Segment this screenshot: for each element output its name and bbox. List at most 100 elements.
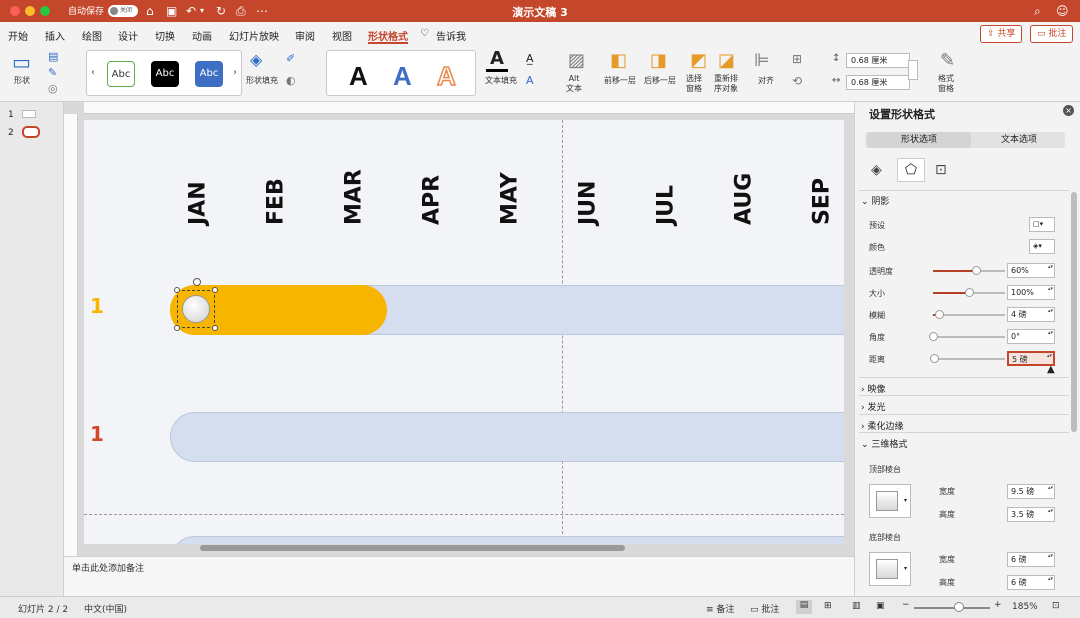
alt-text-icon[interactable]: ▨ xyxy=(568,50,585,71)
paint-bucket-icon[interactable]: ◈ xyxy=(250,50,262,69)
pane-scrollbar[interactable] xyxy=(1071,192,1077,432)
resize-handle[interactable] xyxy=(212,287,218,293)
textbox-icon[interactable]: ▤ xyxy=(48,50,58,63)
reorder-objects-icon[interactable]: ◪ xyxy=(718,50,735,71)
slide-thumbnail-2[interactable] xyxy=(22,126,40,138)
shape-effects-icon[interactable]: ◐ xyxy=(286,74,296,87)
timeline-track-3[interactable] xyxy=(170,536,844,544)
three-d-section[interactable]: ⌄ 三维格式 xyxy=(861,437,907,450)
angle-input[interactable]: 0° xyxy=(1007,329,1055,344)
top-height-input[interactable]: 3.5 磅 xyxy=(1007,507,1055,522)
text-outline-icon[interactable]: A̲ xyxy=(526,52,534,65)
transparency-input[interactable]: 60% xyxy=(1007,263,1055,278)
bring-forward-icon[interactable]: ◧ xyxy=(610,50,627,71)
shape-outline-icon[interactable]: ✐ xyxy=(286,52,295,65)
top-width-input[interactable]: 9.5 磅 xyxy=(1007,484,1055,499)
menu-transitions[interactable]: 切换 xyxy=(155,28,175,43)
zoom-level[interactable]: 185% xyxy=(1012,602,1038,612)
shadow-section[interactable]: ⌄ 阴影 xyxy=(861,194,889,207)
menu-home[interactable]: 开始 xyxy=(8,28,28,43)
glow-section[interactable]: › 发光 xyxy=(861,400,885,413)
slider-knob[interactable] xyxy=(965,288,974,297)
reading-view-icon[interactable]: ▥ xyxy=(852,601,861,611)
blur-input[interactable]: 4 磅 xyxy=(1007,307,1055,322)
gallery-prev-icon[interactable]: ‹ xyxy=(91,67,95,78)
lock-aspect-icon[interactable] xyxy=(908,60,918,80)
menu-insert[interactable]: 插入 xyxy=(45,28,65,43)
normal-view-icon[interactable]: ▤ xyxy=(796,600,812,614)
top-bevel-dropdown[interactable]: ▾ xyxy=(869,484,911,518)
size-input[interactable]: 100% xyxy=(1007,285,1055,300)
blur-slider[interactable] xyxy=(933,310,1005,319)
transparency-slider[interactable] xyxy=(933,266,1005,275)
resize-handle[interactable] xyxy=(212,325,218,331)
shape-icon[interactable]: ▭ xyxy=(12,50,31,74)
share-button[interactable]: ⇪ 共享 xyxy=(980,25,1023,43)
zoom-in-icon[interactable]: + xyxy=(994,600,1002,610)
zoom-slider-knob[interactable] xyxy=(954,602,964,612)
align-icon[interactable]: ⊫ xyxy=(754,50,770,71)
notes-toggle[interactable]: ≡ 备注 xyxy=(706,602,734,615)
distance-slider[interactable] xyxy=(930,354,1005,363)
wordart-orange-outline[interactable]: A xyxy=(436,60,456,92)
slider-knob[interactable] xyxy=(929,332,938,341)
gallery-next-icon[interactable]: › xyxy=(233,67,237,78)
menu-slideshow[interactable]: 幻灯片放映 xyxy=(229,28,279,43)
rotate-handle[interactable] xyxy=(193,278,201,286)
shadow-color-dropdown[interactable]: ◈▾ xyxy=(1029,239,1055,254)
shape-width-input[interactable]: 0.68 厘米 xyxy=(846,75,910,90)
shape-height-input[interactable]: 0.68 厘米 xyxy=(846,53,910,68)
search-icon[interactable]: ⌕ xyxy=(1034,3,1041,19)
resize-handle[interactable] xyxy=(174,287,180,293)
zoom-out-icon[interactable]: − xyxy=(902,600,910,610)
format-pane-icon[interactable]: ✎ xyxy=(940,50,955,71)
effects-icon[interactable]: ⬠ xyxy=(897,158,925,182)
fit-to-window-icon[interactable]: ⊡ xyxy=(1052,601,1060,611)
comments-button[interactable]: ▭ 批注 xyxy=(1030,25,1074,43)
bottom-bevel-dropdown[interactable]: ▾ xyxy=(869,552,911,586)
menu-animations[interactable]: 动画 xyxy=(192,28,212,43)
reflection-section[interactable]: › 映像 xyxy=(861,382,885,395)
timeline-track-2[interactable] xyxy=(170,412,844,462)
merge-shapes-icon[interactable]: ◎ xyxy=(48,82,58,95)
fill-line-icon[interactable]: ◈ xyxy=(871,162,882,178)
menu-view[interactable]: 视图 xyxy=(332,28,352,43)
language-status[interactable]: 中文(中国) xyxy=(84,602,127,615)
angle-slider[interactable] xyxy=(929,332,1005,341)
slider-knob[interactable] xyxy=(934,310,944,319)
resize-handle[interactable] xyxy=(174,325,180,331)
menu-draw[interactable]: 绘图 xyxy=(82,28,102,43)
group-icon[interactable]: ⊞ xyxy=(792,52,802,66)
horizontal-scrollbar[interactable] xyxy=(200,545,625,551)
menu-design[interactable]: 设计 xyxy=(118,28,138,43)
bottom-height-input[interactable]: 6 磅 xyxy=(1007,575,1055,590)
zoom-slider[interactable] xyxy=(914,607,990,609)
text-effects-icon[interactable]: A xyxy=(526,74,534,87)
soft-edges-section[interactable]: › 柔化边缘 xyxy=(861,419,903,432)
slideshow-icon[interactable]: ▣ xyxy=(876,601,885,611)
size-slider[interactable] xyxy=(933,288,1005,297)
slider-knob[interactable] xyxy=(972,266,982,275)
wordart-black[interactable]: A xyxy=(349,61,368,92)
wordart-blue[interactable]: A xyxy=(393,61,412,92)
menu-shape-format[interactable]: 形状格式 xyxy=(368,28,408,43)
style-option-blue[interactable]: Abc xyxy=(195,61,223,87)
comments-toggle[interactable]: ▭ 批注 xyxy=(750,602,779,615)
account-icon[interactable]: ☺ xyxy=(1056,3,1069,19)
slider-knob[interactable] xyxy=(930,354,940,363)
bottom-width-input[interactable]: 6 磅 xyxy=(1007,552,1055,567)
rotate-icon[interactable]: ⟲ xyxy=(792,74,802,88)
tell-me[interactable]: 告诉我 xyxy=(436,28,466,43)
text-fill-icon[interactable]: A xyxy=(490,48,504,69)
tab-shape-options[interactable]: 形状选项 xyxy=(867,132,971,148)
shadow-preset-dropdown[interactable]: □▾ xyxy=(1029,217,1055,232)
close-pane-icon[interactable]: × xyxy=(1063,105,1074,116)
send-backward-icon[interactable]: ◨ xyxy=(650,50,667,71)
size-properties-icon[interactable]: ⊡ xyxy=(935,162,947,178)
slide-thumbnail-1[interactable] xyxy=(22,110,36,118)
notes-area[interactable]: 单击此处添加备注 xyxy=(64,556,854,596)
tab-text-options[interactable]: 文本选项 xyxy=(975,132,1063,148)
selection-pane-icon[interactable]: ◩ xyxy=(690,50,707,71)
style-option-outline[interactable]: Abc xyxy=(107,61,135,87)
edit-shape-icon[interactable]: ✎ xyxy=(48,66,57,79)
